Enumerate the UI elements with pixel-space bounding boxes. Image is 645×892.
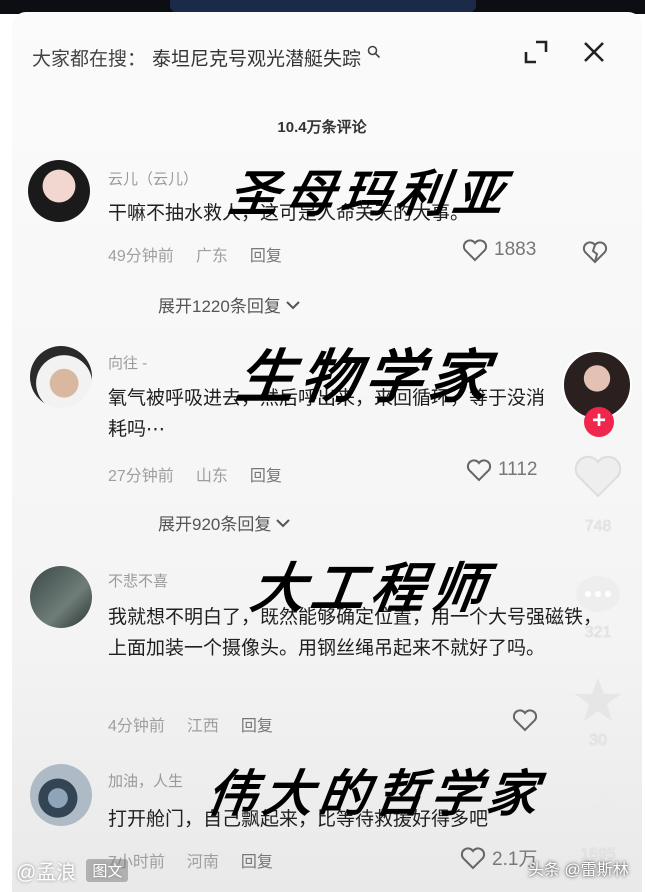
comment-meta: 49分钟前 广东 回复 [108,242,282,266]
expand-replies[interactable]: 展开1220条回复 [158,292,301,317]
heart-icon[interactable] [462,238,488,262]
comment-icon[interactable] [572,572,624,620]
overlay-label: 圣母玛利亚 [225,164,514,223]
broken-heart-icon[interactable] [582,240,608,264]
chevron-down-icon [286,300,300,309]
expand-replies-label[interactable]: 展开920条回复 [158,510,271,535]
heart-icon[interactable] [460,846,486,870]
comment-sheet: 大家都在搜： 泰坦尼克号观光潜艇失踪 10.4万条评论 云儿（云儿） 干嘛不抽水… [12,12,642,892]
side-like-count: 748 [584,518,612,535]
side-favorite-count: 30 [589,732,607,749]
avatar[interactable] [30,764,92,826]
reply-button[interactable]: 回复 [241,712,273,736]
expand-replies[interactable]: 展开920条回复 [158,510,291,535]
reply-button[interactable]: 回复 [250,462,282,486]
username[interactable]: 加油，人生 [108,770,183,791]
close-icon[interactable] [580,38,608,66]
avatar[interactable] [28,160,90,222]
heart-icon[interactable] [572,452,624,500]
heart-icon[interactable] [466,458,492,482]
post-type-tag: 图文 [86,859,129,882]
heart-icon[interactable] [512,708,538,732]
avatar[interactable] [30,566,92,628]
username[interactable]: 向往 - [108,352,147,373]
comment-time: 4分钟前 [108,718,165,735]
overlay-label: 生物学家 [232,343,499,411]
comment-location: 广东 [195,248,228,265]
overlay-label: 大工程师 [246,556,496,620]
search-icon[interactable] [367,45,381,59]
comment-time: 49分钟前 [108,248,174,265]
watermark: 头条 @雷斯林 [528,862,629,879]
username[interactable]: 云儿（云儿） [108,168,198,189]
reply-button[interactable]: 回复 [241,848,273,872]
expand-icon[interactable] [522,38,550,66]
author-name[interactable]: @孟浪 [16,856,76,885]
comment-meta: 7小时前 河南 回复 [108,848,273,872]
username[interactable]: 不悲不喜 [108,570,168,591]
like-count: 1112 [498,459,538,480]
comment-location: 山东 [195,468,228,485]
like-button[interactable]: 1883 [462,238,536,262]
like-count: 1883 [494,239,537,260]
chevron-down-icon [276,518,291,527]
plus-icon[interactable]: + [584,407,614,437]
like-button[interactable]: 1112 [466,458,537,482]
comment-time: 27分钟前 [108,468,174,485]
comment-meta: 4分钟前 江西 回复 [108,712,273,736]
comment-meta: 27分钟前 山东 回复 [108,462,282,486]
like-button[interactable] [512,708,544,732]
overlay-label: 伟大的哲学家 [203,764,548,823]
comment-location: 江西 [186,718,219,735]
share-icon[interactable] [574,790,624,830]
video-preview [170,0,476,12]
star-icon[interactable] [572,676,624,724]
side-comment-count: 321 [584,624,612,641]
search-suggestion[interactable]: 大家都在搜： 泰坦尼克号观光潜艇失踪 [32,44,381,71]
comment-count: 10.4万条评论 [277,119,367,136]
comment-location: 河南 [186,854,219,871]
search-prefix: 大家都在搜： [32,49,147,70]
search-query[interactable]: 泰坦尼克号观光潜艇失踪 [152,44,361,71]
expand-replies-label[interactable]: 展开1220条回复 [158,292,281,317]
like-button[interactable]: 2.1万 [460,844,537,871]
author-bar: @孟浪 图文 [16,856,129,885]
avatar[interactable] [30,346,92,408]
reply-button[interactable]: 回复 [250,242,282,266]
